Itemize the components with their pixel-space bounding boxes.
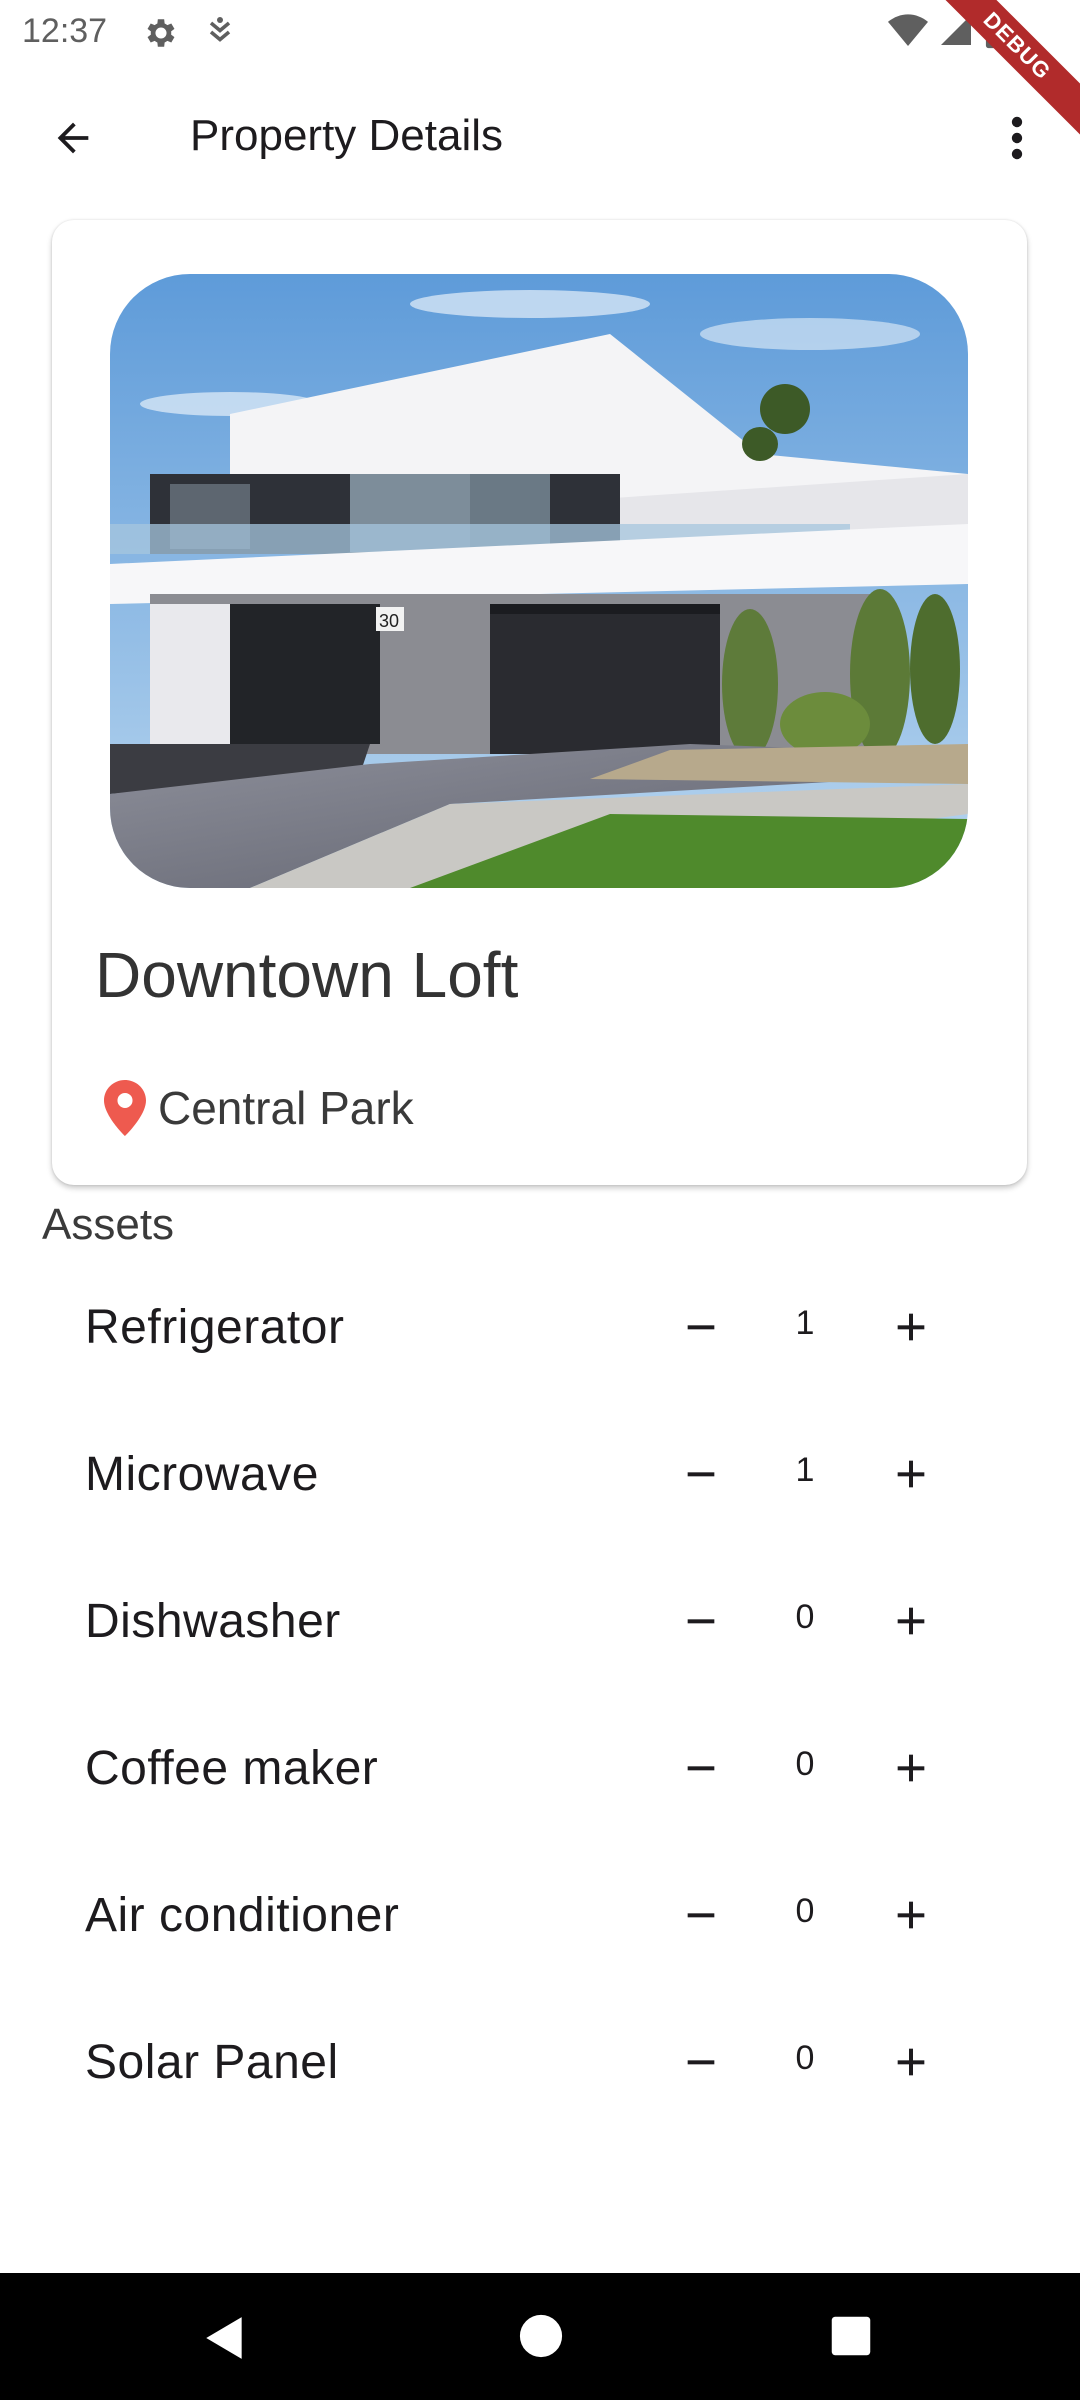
nav-back-icon[interactable] [200, 2313, 250, 2363]
property-location: Central Park [158, 1082, 414, 1134]
decrement-button[interactable] [668, 1441, 734, 1507]
wifi-icon [888, 14, 928, 47]
asset-name: Coffee maker [85, 1742, 379, 1795]
plus-icon [897, 1313, 925, 1341]
decrement-button[interactable] [668, 1294, 734, 1360]
plus-icon [897, 1460, 925, 1488]
property-name: Downtown Loft [95, 939, 519, 1011]
minus-icon [687, 1766, 715, 1771]
asset-name: Solar Panel [85, 2036, 339, 2089]
settings-gear-icon [147, 19, 175, 47]
assets-list: Refrigerator 1 Microwave 1 Dishwasher 0 … [0, 1258, 1080, 2140]
increment-button[interactable] [878, 1588, 944, 1654]
property-photo: 30 [110, 274, 968, 888]
svg-text:30: 30 [379, 611, 399, 631]
increment-button[interactable] [878, 1441, 944, 1507]
nav-home-icon[interactable] [518, 2313, 564, 2359]
status-time: 12:37 [22, 12, 108, 50]
asset-row-microwave: Microwave 1 [0, 1405, 1080, 1552]
asset-count: 0 [795, 2039, 815, 2077]
asset-count: 1 [795, 1451, 815, 1489]
property-card[interactable]: 30 Downtown Loft Central Park [52, 220, 1027, 1185]
asset-name: Microwave [85, 1448, 319, 1501]
increment-button[interactable] [878, 1882, 944, 1948]
usb-debug-icon [209, 17, 231, 42]
more-vert-icon [1011, 116, 1023, 160]
asset-row-refrigerator: Refrigerator 1 [0, 1258, 1080, 1405]
minus-icon [687, 1619, 715, 1624]
asset-name: Dishwasher [85, 1595, 341, 1648]
increment-button[interactable] [878, 2029, 944, 2095]
house-illustration: 30 [110, 274, 968, 888]
plus-icon [897, 1901, 925, 1929]
assets-heading: Assets [42, 1200, 175, 1249]
decrement-button[interactable] [668, 2029, 734, 2095]
minus-icon [687, 2060, 715, 2065]
page-title: Property Details [190, 111, 504, 160]
screen: 12:37 DEBUG Property Details 30 Downtown… [0, 0, 1080, 2400]
plus-icon [897, 1754, 925, 1782]
asset-name: Refrigerator [85, 1301, 345, 1354]
plus-icon [897, 2048, 925, 2076]
system-navigation-bar [0, 2273, 1080, 2400]
more-options-button[interactable] [990, 103, 1044, 173]
nav-recents-icon[interactable] [830, 2315, 872, 2357]
location-row: Central Park [104, 1078, 414, 1138]
arrow-back-icon [57, 122, 89, 154]
asset-row-coffee-maker: Coffee maker 0 [0, 1699, 1080, 1846]
asset-count: 0 [795, 1598, 815, 1636]
minus-icon [687, 1472, 715, 1477]
app-bar: Property Details [0, 63, 1080, 210]
minus-icon [687, 1325, 715, 1330]
back-button[interactable] [38, 103, 108, 173]
plus-icon [897, 1607, 925, 1635]
asset-row-solar-panel: Solar Panel 0 [0, 1993, 1080, 2140]
increment-button[interactable] [878, 1294, 944, 1360]
asset-row-air-conditioner: Air conditioner 0 [0, 1846, 1080, 1993]
asset-count: 0 [795, 1892, 815, 1930]
status-bar: 12:37 DEBUG [0, 0, 1080, 148]
decrement-button[interactable] [668, 1588, 734, 1654]
minus-icon [687, 1913, 715, 1918]
asset-count: 1 [795, 1304, 815, 1342]
increment-button[interactable] [878, 1735, 944, 1801]
asset-count: 0 [795, 1745, 815, 1783]
decrement-button[interactable] [668, 1882, 734, 1948]
asset-name: Air conditioner [85, 1889, 400, 1942]
decrement-button[interactable] [668, 1735, 734, 1801]
location-pin-icon [104, 1080, 146, 1136]
asset-row-dishwasher: Dishwasher 0 [0, 1552, 1080, 1699]
